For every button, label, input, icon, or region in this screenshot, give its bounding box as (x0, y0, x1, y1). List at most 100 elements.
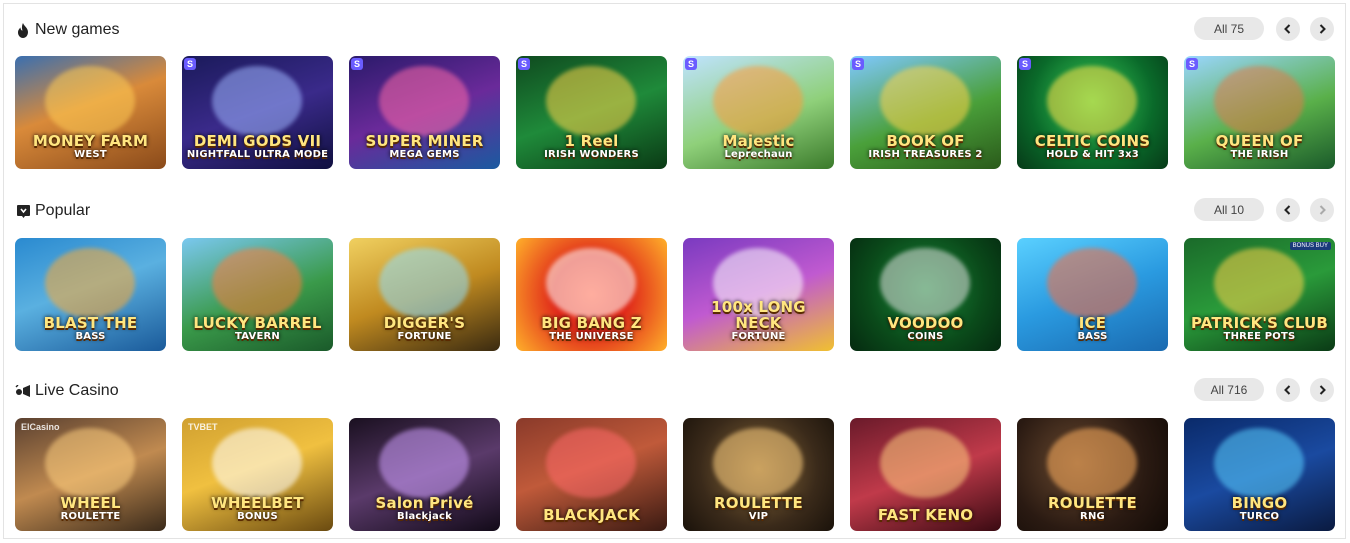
game-title: BIG BANG Z THE UNIVERSE (520, 315, 663, 343)
game-tile[interactable]: S 1 Reel IRISH WONDERS (516, 56, 667, 169)
game-tile[interactable]: S BOOK OF IRISH TREASURES 2 (850, 56, 1001, 169)
provider-badge-icon: S (518, 58, 530, 70)
game-tile[interactable]: BLACKJACK (516, 418, 667, 531)
game-title: WHEEL ROULETTE (19, 495, 162, 523)
game-title-main: ICE (1078, 314, 1107, 332)
provider-badge-icon: S (852, 58, 864, 70)
game-tile[interactable]: LUCKY BARREL TAVERN (182, 238, 333, 351)
game-artwork (880, 428, 970, 498)
game-tile[interactable]: S CELTIC COINS HOLD & HIT 3x3 (1017, 56, 1168, 169)
game-title-sub: BASS (1077, 331, 1108, 342)
game-artwork (546, 66, 636, 136)
game-tile[interactable]: S SUPER MINER MEGA GEMS (349, 56, 500, 169)
game-row: ElCasino WHEEL ROULETTE TVBET WHEELBET BONUS S… (15, 418, 1336, 531)
game-title-sub: FORTUNE (731, 331, 786, 342)
game-artwork (45, 66, 135, 136)
game-title: LUCKY BARREL TAVERN (186, 315, 329, 343)
game-artwork (880, 66, 970, 136)
game-title-sub: WEST (74, 149, 107, 160)
game-tile[interactable]: ICE BASS (1017, 238, 1168, 351)
next-button[interactable] (1310, 17, 1334, 41)
games-panel: New games All 75 MONEY FARM WEST S DEMI GOD… (3, 3, 1346, 539)
game-tile[interactable]: TVBET WHEELBET BONUS (182, 418, 333, 531)
game-title-main: MONEY FARM (32, 132, 149, 150)
game-title-main: 100x LONG NECK (711, 298, 806, 332)
game-title-main: WHEELBET (211, 494, 304, 512)
game-title-main: ROULETTE (1048, 494, 1137, 512)
game-tile[interactable]: DIGGER'S FORTUNE (349, 238, 500, 351)
next-button[interactable] (1310, 198, 1334, 222)
game-title: MONEY FARM WEST (19, 133, 162, 161)
game-artwork (1047, 248, 1137, 318)
game-title-sub: FORTUNE (397, 331, 452, 342)
game-title-main: BLACKJACK (543, 506, 640, 524)
game-title: BINGO TURCO (1188, 495, 1331, 523)
game-title-main: QUEEN OF (1215, 132, 1304, 150)
game-title-sub: COINS (907, 331, 944, 342)
game-tile[interactable]: BIG BANG Z THE UNIVERSE (516, 238, 667, 351)
next-button[interactable] (1310, 378, 1334, 402)
game-title-sub: TURCO (1239, 511, 1280, 522)
game-artwork (1047, 66, 1137, 136)
game-title-main: PATRICK'S CLUB (1190, 314, 1329, 332)
section-title: New games (35, 21, 120, 38)
section-title: Popular (35, 202, 91, 219)
game-artwork (1214, 66, 1304, 136)
game-tile[interactable]: S Majestic Leprechaun (683, 56, 834, 169)
game-title-sub: Blackjack (397, 511, 452, 522)
game-title-sub: IRISH WONDERS (544, 149, 639, 160)
game-title-sub: THE UNIVERSE (549, 331, 634, 342)
game-tile[interactable]: VOODOO COINS (850, 238, 1001, 351)
provider-label: ElCasino (21, 422, 60, 432)
game-row: MONEY FARM WEST S DEMI GODS VII NIGHTFALL UL… (15, 56, 1336, 169)
game-artwork (713, 428, 803, 498)
game-title: CELTIC COINS HOLD & HIT 3x3 (1021, 133, 1164, 161)
game-title-sub: VIP (748, 511, 769, 522)
chevron-left-icon (1284, 205, 1291, 215)
game-tile[interactable]: BLAST THE BASS (15, 238, 166, 351)
game-title: SUPER MINER MEGA GEMS (353, 133, 496, 161)
game-title: VOODOO COINS (854, 315, 997, 343)
game-title: Salon Privé Blackjack (353, 495, 496, 523)
previous-button[interactable] (1276, 378, 1300, 402)
game-title: BLAST THE BASS (19, 315, 162, 343)
game-tile[interactable]: ElCasino WHEEL ROULETTE (15, 418, 166, 531)
game-tile[interactable]: ROULETTE RNG (1017, 418, 1168, 531)
game-tile[interactable]: S QUEEN OF THE IRISH (1184, 56, 1335, 169)
game-title-main: Salon Privé (375, 494, 474, 512)
game-tile[interactable]: S DEMI GODS VII NIGHTFALL ULTRA MODE (182, 56, 333, 169)
game-title: BOOK OF IRISH TREASURES 2 (854, 133, 997, 161)
view-all-button[interactable]: All 75 (1194, 17, 1264, 40)
bonus-buy-badge: BONUS BUY (1289, 242, 1331, 250)
game-title-sub: HOLD & HIT 3x3 (1046, 149, 1139, 160)
view-all-button[interactable]: All 10 (1194, 198, 1264, 221)
provider-badge-icon: S (685, 58, 697, 70)
game-title-main: VOODOO (887, 314, 964, 332)
game-artwork (880, 248, 970, 318)
game-tile[interactable]: BONUS BUY PATRICK'S CLUB THREE POTS (1184, 238, 1335, 351)
game-artwork (546, 428, 636, 498)
game-tile[interactable]: BINGO TURCO (1184, 418, 1335, 531)
game-tile[interactable]: 100x LONG NECK FORTUNE (683, 238, 834, 351)
chevron-right-icon (1319, 205, 1326, 215)
game-artwork (212, 428, 302, 498)
game-tile[interactable]: Salon Privé Blackjack (349, 418, 500, 531)
chat-badge-icon (15, 203, 31, 219)
view-all-button[interactable]: All 716 (1194, 378, 1264, 401)
previous-button[interactable] (1276, 198, 1300, 222)
section-header: Popular All 10 (4, 196, 1347, 226)
flame-icon (15, 22, 31, 38)
game-tile[interactable]: ROULETTE VIP (683, 418, 834, 531)
game-tile[interactable]: MONEY FARM WEST (15, 56, 166, 169)
game-artwork (713, 66, 803, 136)
game-title-sub: THREE POTS (1223, 331, 1296, 342)
game-title-sub: BONUS (237, 511, 278, 522)
live-camera-icon (15, 383, 31, 399)
game-tile[interactable]: FAST KENO (850, 418, 1001, 531)
game-title-main: BINGO (1231, 494, 1288, 512)
game-artwork (45, 428, 135, 498)
provider-badge-icon: S (1186, 58, 1198, 70)
previous-button[interactable] (1276, 17, 1300, 41)
game-title-sub: TAVERN (235, 331, 280, 342)
game-title: 100x LONG NECK FORTUNE (687, 299, 830, 343)
